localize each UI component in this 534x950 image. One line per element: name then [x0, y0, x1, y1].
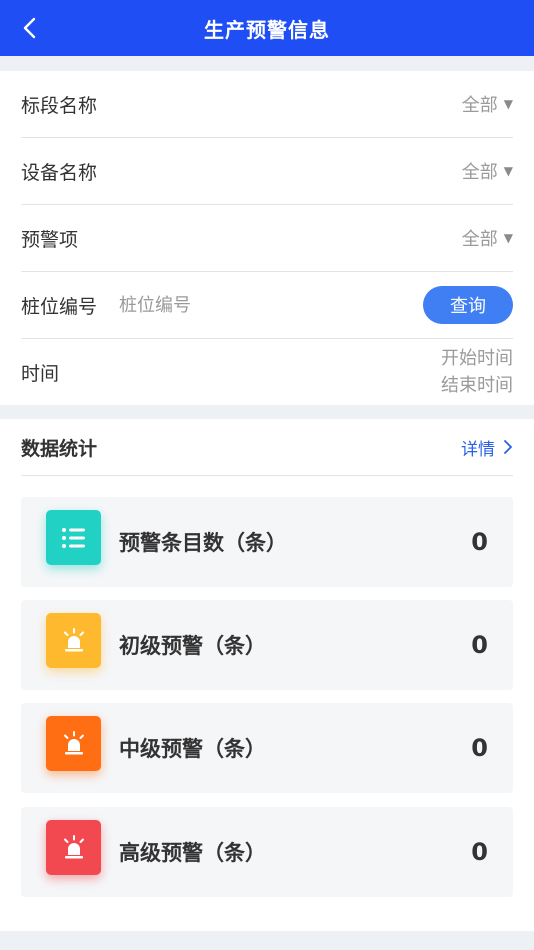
- filter-row-warning-item: 预警项 全部 ▼: [21, 205, 513, 272]
- page-title: 生产预警信息: [204, 17, 330, 42]
- detail-link[interactable]: 详情: [461, 435, 513, 460]
- alarm-light-icon: [46, 820, 101, 875]
- warning-item-label: 预警项: [21, 228, 79, 251]
- stat-card-warning-count[interactable]: 预警条目数（条） 0: [21, 497, 513, 587]
- query-button[interactable]: 查询: [423, 286, 513, 324]
- time-label: 时间: [21, 362, 60, 385]
- app-header: 生产预警信息: [0, 0, 534, 56]
- pile-number-input[interactable]: [119, 294, 360, 316]
- stat-label: 中级预警（条）: [119, 737, 266, 761]
- chevron-right-icon: [504, 440, 512, 454]
- device-label: 设备名称: [21, 161, 98, 184]
- section-select-value: 全部: [461, 95, 498, 116]
- stat-value: 0: [471, 734, 488, 762]
- filter-row-time: 时间 开始时间 结束时间: [21, 339, 513, 405]
- time-range: 开始时间 结束时间: [441, 345, 513, 399]
- stat-card-intermediate-warning[interactable]: 中级预警（条） 0: [21, 703, 513, 793]
- back-button[interactable]: [10, 8, 50, 48]
- device-select-value: 全部: [461, 162, 498, 183]
- end-time-picker[interactable]: 结束时间: [441, 372, 513, 399]
- stat-label: 高级预警（条）: [119, 841, 266, 865]
- stat-label: 初级预警（条）: [119, 634, 266, 658]
- device-select[interactable]: 全部 ▼: [462, 158, 513, 184]
- stat-card-advanced-warning[interactable]: 高级预警（条） 0: [21, 807, 513, 897]
- detail-link-label: 详情: [461, 439, 495, 460]
- alarm-light-icon: [46, 613, 101, 668]
- pile-number-label: 桩位编号: [21, 295, 98, 318]
- warning-item-select-value: 全部: [461, 229, 498, 250]
- filter-row-pile: 桩位编号 查询: [21, 272, 513, 339]
- chevron-left-icon: [23, 17, 36, 39]
- caret-down-icon: ▼: [503, 164, 513, 178]
- alarm-light-icon: [46, 716, 101, 771]
- stat-value: 0: [471, 838, 488, 866]
- stat-value: 0: [471, 528, 488, 556]
- filter-row-device: 设备名称 全部 ▼: [21, 138, 513, 205]
- stats-title: 数据统计: [21, 437, 98, 460]
- caret-down-icon: ▼: [503, 97, 513, 111]
- filter-panel: 标段名称 全部 ▼ 设备名称 全部 ▼ 预警项 全部 ▼ 桩位编号 查询 时间 …: [0, 71, 534, 405]
- section-label: 标段名称: [21, 94, 98, 117]
- stat-label: 预警条目数（条）: [119, 531, 287, 555]
- stat-card-primary-warning[interactable]: 初级预警（条） 0: [21, 600, 513, 690]
- filter-row-section: 标段名称 全部 ▼: [21, 71, 513, 138]
- stats-header: 数据统计 详情: [21, 419, 513, 476]
- stat-value: 0: [471, 631, 488, 659]
- warning-item-select[interactable]: 全部 ▼: [462, 225, 513, 251]
- start-time-picker[interactable]: 开始时间: [441, 345, 513, 372]
- stats-panel: 数据统计 详情 预警条目数（条） 0 初级预警（条） 0 中级预警（条） 0 高…: [0, 419, 534, 931]
- caret-down-icon: ▼: [503, 231, 513, 245]
- section-select[interactable]: 全部 ▼: [462, 91, 513, 117]
- list-icon: [46, 510, 101, 565]
